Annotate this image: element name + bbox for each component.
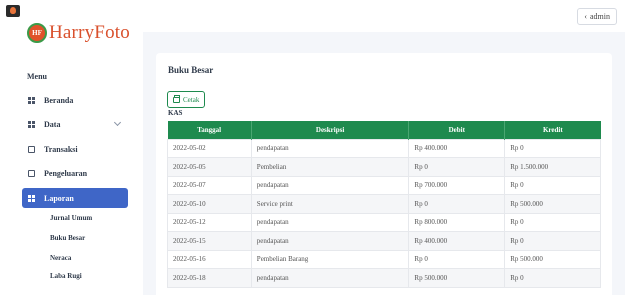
cell-debit: Rp 400.000: [408, 138, 506, 158]
sidebar-item-label: Beranda: [44, 95, 74, 105]
printer-icon: [173, 94, 180, 103]
sidebar-item-label: Pengeluaran: [44, 168, 88, 178]
sidebar-item-label: Transaksi: [44, 144, 78, 154]
cell-debit: Rp 700.000: [408, 175, 506, 195]
cell-kredit: Rp 0: [504, 175, 601, 195]
sidebar-item-transaksi[interactable]: Transaksi: [22, 139, 128, 159]
logo-badge: HF: [27, 23, 47, 43]
cell-kredit: Rp 0: [504, 212, 601, 232]
cell-tanggal: 2022-05-10: [167, 194, 252, 214]
cell-tanggal: 2022-05-12: [167, 212, 252, 232]
cell-deskripsi: pendapatan: [250, 175, 410, 195]
sidebar-item-label: Laporan: [44, 193, 74, 203]
cell-kredit: Rp 0: [504, 268, 601, 288]
chevron-down-icon: [113, 118, 122, 127]
print-button-label: Cetak: [183, 95, 200, 104]
page-title: Buku Besar: [168, 65, 214, 75]
cell-debit: Rp 0: [408, 249, 506, 269]
table-row: 2022-05-12 pendapatan Rp 800.000 Rp 0: [167, 212, 601, 232]
cell-deskripsi: Pembelian: [250, 157, 410, 177]
submenu-laba-rugi[interactable]: Laba Rugi: [50, 272, 82, 280]
ledger-table: Tanggal Deskripsi Debit Kredit 2022-05-0…: [167, 121, 601, 288]
sidebar: HF HarryFoto Menu Beranda Data Transaksi…: [0, 0, 140, 295]
cell-debit: Rp 0: [408, 194, 506, 214]
cell-debit: Rp 500.000: [408, 268, 506, 288]
cell-deskripsi: Pembelian Barang: [250, 249, 410, 269]
grid-icon: [28, 120, 35, 128]
sidebar-item-data[interactable]: Data: [22, 114, 128, 134]
cell-kredit: Rp 0: [504, 138, 601, 158]
sidebar-item-pengeluaran[interactable]: Pengeluaran: [22, 163, 128, 183]
cell-tanggal: 2022-05-18: [167, 268, 252, 288]
grid-icon: [28, 96, 35, 104]
cell-kredit: Rp 500.000: [504, 194, 601, 214]
column-header-kredit: Kredit: [504, 121, 601, 139]
table-row: 2022-05-07 pendapatan Rp 700.000 Rp 0: [167, 175, 601, 195]
cell-deskripsi: Service print: [250, 194, 410, 214]
column-header-tanggal: Tanggal: [167, 121, 252, 139]
cell-debit: Rp 800.000: [408, 212, 506, 232]
cell-deskripsi: pendapatan: [250, 138, 410, 158]
document-icon: [28, 145, 35, 153]
submenu-neraca[interactable]: Neraca: [50, 254, 71, 262]
column-header-deskripsi: Deskripsi: [251, 121, 410, 139]
submenu-jurnal-umum[interactable]: Jurnal Umum: [50, 214, 92, 222]
cell-debit: Rp 0: [408, 157, 506, 177]
table-row: 2022-05-16 Pembelian Barang Rp 0 Rp 500.000: [167, 249, 601, 269]
cell-deskripsi: pendapatan: [250, 268, 410, 288]
cell-tanggal: 2022-05-16: [167, 249, 252, 269]
cell-deskripsi: pendapatan: [250, 231, 410, 251]
column-header-debit: Debit: [408, 121, 506, 139]
cell-tanggal: 2022-05-07: [167, 175, 252, 195]
logo[interactable]: HF HarryFoto: [27, 22, 130, 44]
menu-title: Menu: [27, 72, 47, 81]
cell-debit: Rp 400.000: [408, 231, 506, 251]
table-row: 2022-05-18 pendapatan Rp 500.000 Rp 0: [167, 268, 601, 288]
account-label: KAS: [168, 109, 183, 117]
cell-kredit: Rp 1.500.000: [504, 157, 601, 177]
ledger-card: Buku Besar Cetak KAS Tanggal Deskripsi D…: [156, 53, 612, 295]
cell-tanggal: 2022-05-02: [167, 138, 252, 158]
table-header-row: Tanggal Deskripsi Debit Kredit: [167, 121, 601, 139]
cell-kredit: Rp 0: [504, 231, 601, 251]
chevron-left-icon: ‹: [584, 12, 587, 21]
grid-icon: [28, 194, 35, 202]
table-row: 2022-05-10 Service print Rp 0 Rp 500.000: [167, 194, 601, 214]
user-label: admin: [590, 12, 610, 21]
sidebar-item-laporan[interactable]: Laporan: [22, 188, 128, 208]
cell-deskripsi: pendapatan: [250, 212, 410, 232]
table-row: 2022-05-15 pendapatan Rp 400.000 Rp 0: [167, 231, 601, 251]
document-icon: [28, 169, 35, 177]
submenu-buku-besar[interactable]: Buku Besar: [50, 234, 85, 242]
table-body: 2022-05-02 pendapatan Rp 400.000 Rp 0 2022-0…: [167, 138, 601, 288]
cell-tanggal: 2022-05-15: [167, 231, 252, 251]
print-button[interactable]: Cetak: [167, 91, 206, 108]
user-menu-button[interactable]: ‹ admin: [577, 8, 617, 25]
table-row: 2022-05-05 Pembelian Rp 0 Rp 1.500.000: [167, 157, 601, 177]
table-row: 2022-05-02 pendapatan Rp 400.000 Rp 0: [167, 138, 601, 158]
sidebar-item-label: Data: [44, 119, 61, 129]
cell-tanggal: 2022-05-05: [167, 157, 252, 177]
cell-kredit: Rp 500.000: [504, 249, 601, 269]
sidebar-item-beranda[interactable]: Beranda: [22, 90, 128, 110]
logo-text: HarryFoto: [49, 22, 130, 43]
